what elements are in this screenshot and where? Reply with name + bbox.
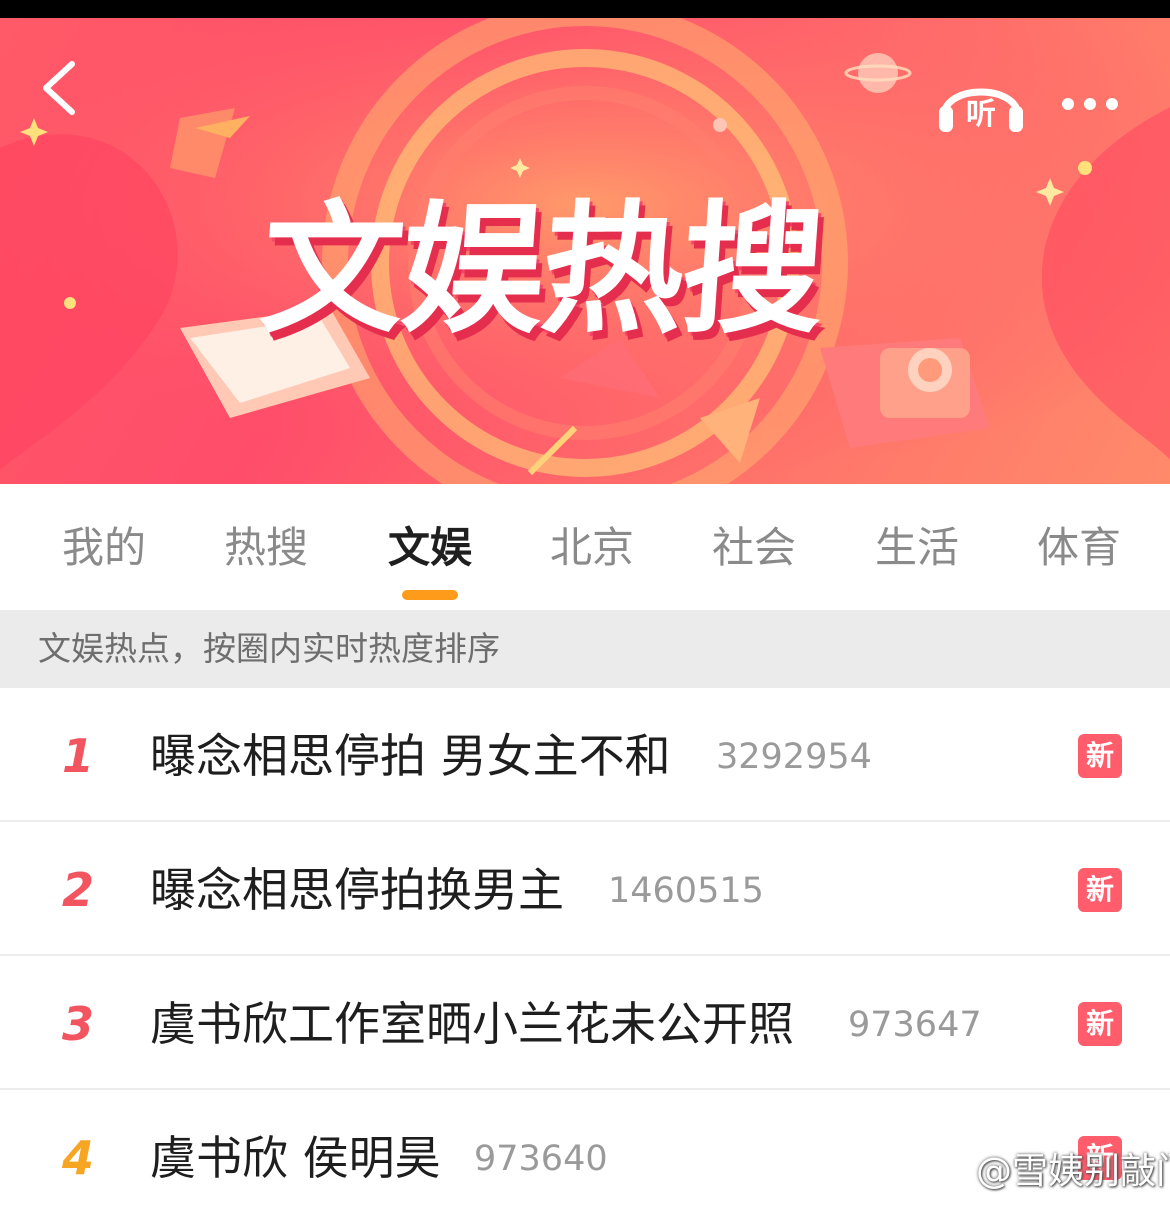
list-item[interactable]: 3 虞书欣工作室晒小兰花未公开照 973647 新 (0, 956, 1170, 1090)
heat-count: 1460515 (608, 871, 764, 911)
active-tab-indicator (402, 590, 458, 600)
new-badge: 新 (1078, 868, 1122, 912)
tab-beijing[interactable]: 北京 (550, 518, 634, 578)
hot-search-list: 1 曝念相思停拍 男女主不和 3292954 新 2 曝念相思停拍换男主 146… (0, 688, 1170, 1203)
new-badge: 新 (1078, 734, 1122, 778)
back-button[interactable] (34, 58, 94, 118)
item-title: 虞书欣工作室晒小兰花未公开照 (150, 997, 794, 1051)
heat-count: 973647 (848, 1005, 982, 1045)
listen-button[interactable]: 听 (936, 66, 1026, 136)
more-dots-icon (1062, 98, 1118, 110)
headphones-icon: 听 (939, 88, 1023, 132)
tab-society[interactable]: 社会 (712, 518, 796, 578)
category-tabs: 我的 热搜 文娱 北京 社会 生活 体育 (0, 484, 1170, 610)
hero-banner: 文娱热搜 听 (0, 18, 1170, 484)
rank-number: 3 (61, 997, 94, 1051)
watermark-text: @雪姨别敲门 (976, 1151, 1170, 1192)
tab-mine[interactable]: 我的 (62, 518, 146, 578)
watermark: @雪姨别敲门 (928, 1146, 1170, 1198)
list-description-bar: 文娱热点，按圈内实时热度排序 (0, 610, 1170, 688)
rank-number: 1 (61, 729, 94, 783)
item-title: 曝念相思停拍 男女主不和 (150, 729, 671, 783)
more-button[interactable] (1052, 84, 1128, 124)
list-item[interactable]: 2 曝念相思停拍换男主 1460515 新 (0, 822, 1170, 956)
chevron-left-icon (43, 61, 75, 115)
heat-count: 973640 (474, 1139, 608, 1179)
new-badge: 新 (1078, 1002, 1122, 1046)
rank-number: 4 (61, 1131, 94, 1185)
tab-entertainment[interactable]: 文娱 (388, 518, 472, 578)
status-bar (0, 0, 1170, 18)
tab-sports[interactable]: 体育 (1037, 518, 1121, 578)
rank-number: 2 (61, 863, 94, 917)
list-description: 文娱热点，按圈内实时热度排序 (38, 629, 500, 668)
heat-count: 3292954 (716, 737, 872, 777)
list-item[interactable]: 1 曝念相思停拍 男女主不和 3292954 新 (0, 688, 1170, 822)
weibo-logo-icon (928, 1157, 970, 1191)
tab-hot-search[interactable]: 热搜 (224, 518, 308, 578)
item-title: 曝念相思停拍换男主 (150, 863, 564, 917)
item-title: 虞书欣 侯明昊 (150, 1131, 441, 1185)
listen-label: 听 (966, 97, 996, 132)
banner-title: 文娱热搜 (256, 188, 828, 353)
tab-life[interactable]: 生活 (875, 518, 959, 578)
